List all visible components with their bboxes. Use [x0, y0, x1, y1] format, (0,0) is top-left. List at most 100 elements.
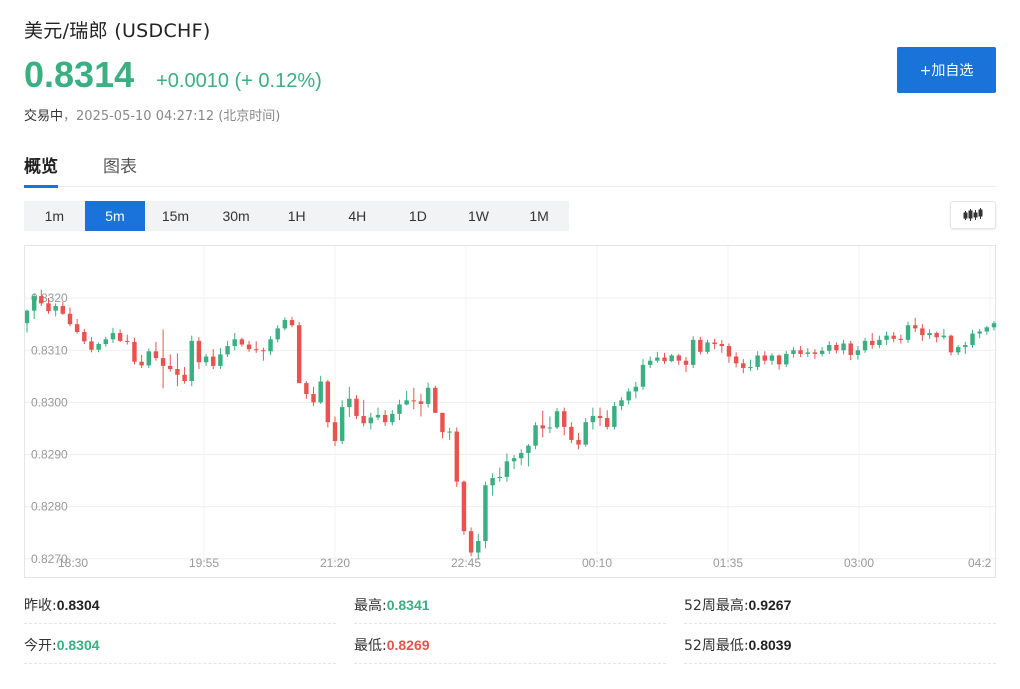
candle-down	[67, 313, 73, 325]
candle-up	[404, 400, 409, 405]
candle-up	[25, 310, 30, 324]
candle-up	[519, 452, 524, 459]
candle-up	[963, 345, 968, 348]
candle-down	[325, 381, 331, 423]
candle-down	[253, 349, 259, 351]
last-price: 0.8314	[24, 54, 135, 95]
candle-up	[31, 296, 37, 311]
candle-down	[39, 296, 44, 304]
candle-down	[239, 339, 245, 345]
candle-down	[898, 338, 904, 340]
stat-label: 昨收:	[24, 598, 57, 614]
period-5m[interactable]: 5m	[84, 201, 146, 231]
y-tick-label: 0.8310	[31, 343, 68, 357]
candle-down	[712, 342, 717, 345]
x-tick-label: 18:30	[58, 556, 88, 570]
period-1m[interactable]: 1m	[24, 201, 85, 231]
trading-status: 交易中	[24, 109, 64, 124]
period-4h[interactable]: 4H	[327, 201, 388, 231]
candle-down	[461, 481, 467, 532]
candle-up	[855, 350, 861, 355]
candle-up	[339, 407, 345, 441]
period-15m[interactable]: 15m	[145, 201, 206, 231]
candle-up	[991, 323, 997, 328]
candle-up	[841, 343, 846, 351]
candle-up	[476, 541, 481, 553]
instrument-title: 美元/瑞郎 (USDCHF)	[24, 20, 211, 42]
candle-down	[719, 344, 725, 347]
candle-down	[117, 333, 123, 341]
candle-up	[905, 325, 911, 340]
stat-value: 0.8304	[56, 637, 100, 653]
tab-chart[interactable]: 图表	[103, 152, 137, 187]
candle-up	[103, 339, 109, 345]
stat-value: 0.9267	[748, 597, 792, 613]
candle-up	[218, 354, 223, 366]
candle-up	[447, 431, 452, 433]
candle-up	[275, 328, 280, 340]
chart-type-button[interactable]	[950, 201, 996, 229]
stat-value: 0.8039	[748, 637, 792, 653]
candle-up	[318, 381, 323, 403]
candle-up	[705, 342, 710, 352]
candle-up	[633, 386, 639, 392]
candle-down	[125, 340, 130, 342]
x-tick-label: 19:55	[189, 556, 219, 570]
stat-52w-low: 52周最低:0.8039	[684, 626, 996, 664]
period-30m[interactable]: 30m	[206, 201, 267, 231]
stat-label: 52周最低:	[684, 638, 749, 654]
period-1w[interactable]: 1W	[448, 201, 509, 231]
candle-down	[89, 341, 94, 350]
tab-overview[interactable]: 概览	[24, 152, 58, 188]
candle-up	[819, 350, 825, 354]
stat-value: 0.8269	[386, 637, 430, 653]
candle-up	[827, 345, 832, 351]
price-chart[interactable]: 0.8270 0.8280 0.8290 0.8300 0.8310 0.8320 18:3…	[24, 245, 997, 578]
candle-up	[225, 346, 230, 355]
x-tick-label: 21:20	[320, 556, 350, 570]
candle-down	[683, 360, 689, 365]
candle-up	[590, 415, 596, 423]
candle-up	[690, 339, 696, 365]
candle-down	[82, 332, 87, 342]
candle-down	[870, 340, 875, 346]
candle-up	[927, 333, 932, 336]
candle-down	[361, 415, 366, 424]
candle-down	[948, 335, 954, 353]
candle-up	[110, 333, 116, 340]
candle-up	[884, 335, 889, 340]
candle-down	[311, 394, 316, 403]
add-watchlist-button[interactable]: +加自选	[897, 47, 996, 93]
stat-label: 今开:	[24, 638, 57, 654]
candle-up	[612, 406, 617, 427]
candle-down	[934, 333, 939, 338]
price-change: +0.0010 (+ 0.12%)	[156, 70, 322, 92]
candle-up	[53, 305, 58, 311]
candle-down	[332, 422, 338, 441]
candle-down	[912, 325, 918, 329]
candle-up	[490, 477, 495, 486]
candle-down	[540, 425, 545, 429]
candle-up	[984, 327, 990, 332]
candle-up	[877, 339, 882, 346]
candle-down	[733, 356, 739, 364]
period-1d[interactable]: 1D	[388, 201, 449, 231]
candle-up	[533, 425, 538, 446]
candle-down	[776, 355, 782, 365]
period-1mo[interactable]: 1M	[509, 201, 570, 231]
candle-up	[375, 414, 381, 418]
candle-up	[619, 400, 624, 407]
candle-up	[232, 339, 237, 347]
candle-up	[146, 351, 151, 366]
candle-up	[268, 339, 273, 352]
candle-up	[784, 353, 789, 365]
period-1h[interactable]: 1H	[266, 201, 327, 231]
candle-up	[390, 413, 395, 423]
candle-up	[497, 476, 502, 478]
candle-up	[368, 417, 374, 424]
candle-up	[805, 352, 810, 354]
candle-down	[139, 361, 144, 366]
candle-down	[60, 305, 66, 314]
candle-up	[526, 445, 531, 453]
x-tick-label: 01:35	[713, 556, 743, 570]
